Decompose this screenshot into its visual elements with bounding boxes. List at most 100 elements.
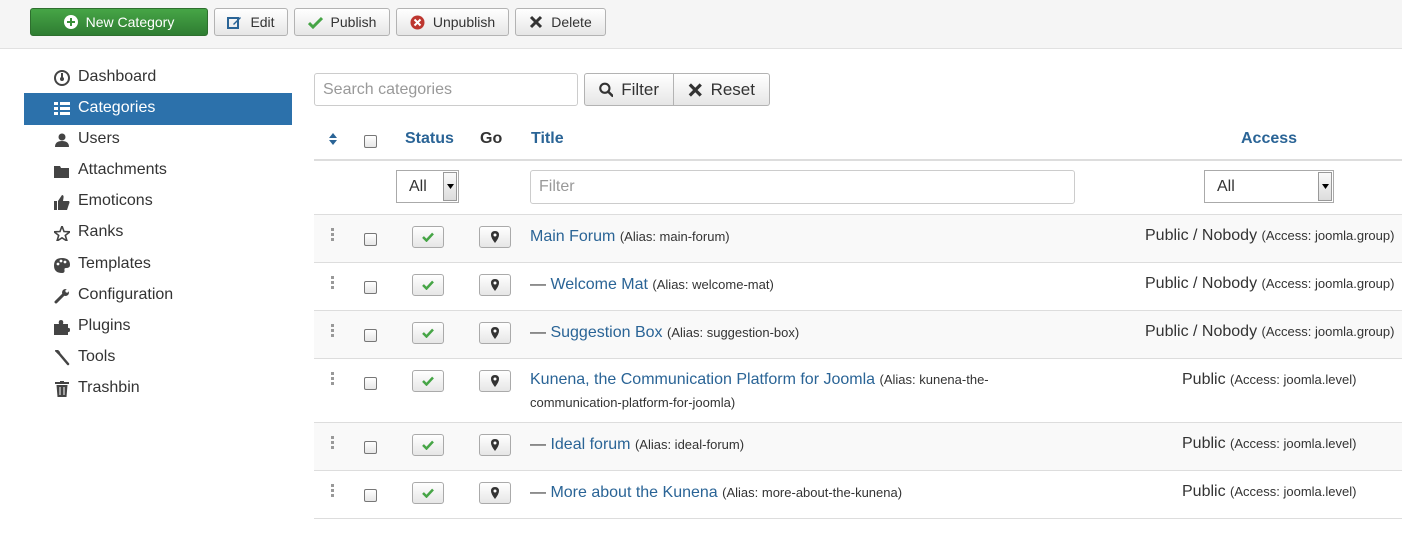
access-level: Public / Nobody: [1145, 275, 1258, 292]
select-all-checkbox[interactable]: [364, 135, 377, 148]
publish-toggle-button[interactable]: [412, 482, 444, 504]
title-cell: — Welcome Mat (Alias: welcome-mat): [530, 273, 1090, 296]
sidebar-item-label: Categories: [78, 99, 156, 116]
status-header[interactable]: Status: [405, 130, 454, 148]
edit-button[interactable]: Edit: [214, 8, 288, 36]
sidebar-item-label: Attachments: [78, 161, 167, 178]
indent-dash: —: [530, 276, 551, 293]
title-cell: — More about the Kunena (Alias: more-abo…: [530, 481, 1090, 504]
table-row: — More about the Kunena (Alias: more-abo…: [314, 471, 1402, 518]
user-icon: [53, 131, 71, 149]
publish-button[interactable]: Publish: [294, 8, 390, 36]
publish-toggle-button[interactable]: [412, 274, 444, 296]
toolbar: New Category Edit Publish Unpublish Dele…: [0, 0, 1402, 49]
sidebar-item-dashboard[interactable]: Dashboard: [24, 62, 292, 94]
search-icon: [599, 82, 614, 98]
title-filter-input[interactable]: [530, 170, 1075, 204]
sidebar-item-attachments[interactable]: Attachments: [24, 155, 292, 187]
sidebar-item-users[interactable]: Users: [24, 124, 292, 156]
unpublish-button[interactable]: Unpublish: [396, 8, 509, 36]
check-icon: [422, 440, 434, 450]
dashboard-icon: [53, 69, 71, 87]
wrench-icon: [53, 287, 71, 305]
title-header[interactable]: Title: [531, 130, 564, 148]
category-title-link[interactable]: Welcome Mat: [550, 276, 648, 293]
tools-icon: [53, 349, 71, 367]
check-icon: [422, 376, 434, 386]
go-button[interactable]: [479, 322, 511, 344]
map-marker-icon: [491, 375, 499, 387]
palette-icon: [53, 256, 71, 274]
title-cell: Kunena, the Communication Platform for J…: [530, 368, 1080, 414]
publish-toggle-button[interactable]: [412, 370, 444, 392]
sidebar-item-plugins[interactable]: Plugins: [24, 311, 292, 343]
access-type: (Access: joomla.level): [1230, 436, 1357, 451]
thumbs-up-icon: [53, 193, 71, 211]
access-filter-select[interactable]: All: [1204, 170, 1334, 203]
go-button[interactable]: [479, 370, 511, 392]
go-button[interactable]: [479, 482, 511, 504]
drag-handle-icon[interactable]: [331, 276, 335, 291]
go-button[interactable]: [479, 226, 511, 248]
category-title-link[interactable]: Suggestion Box: [550, 324, 662, 341]
reset-button[interactable]: Reset: [674, 73, 770, 106]
sidebar-item-label: Trashbin: [78, 379, 140, 396]
category-title-link[interactable]: Ideal forum: [550, 436, 630, 453]
filter-button[interactable]: Filter: [584, 73, 674, 106]
map-marker-icon: [491, 231, 499, 243]
map-marker-icon: [491, 487, 499, 499]
check-icon: [422, 280, 434, 290]
check-icon: [422, 328, 434, 338]
drag-handle-icon[interactable]: [331, 372, 335, 387]
drag-handle-icon[interactable]: [331, 324, 335, 339]
status-filter-select[interactable]: All: [396, 170, 459, 203]
drag-handle-icon[interactable]: [331, 436, 335, 451]
category-title-link[interactable]: More about the Kunena: [550, 484, 717, 501]
sidebar-item-configuration[interactable]: Configuration: [24, 280, 292, 312]
star-icon: [53, 224, 71, 242]
go-button[interactable]: [479, 274, 511, 296]
sidebar-item-templates[interactable]: Templates: [24, 249, 292, 281]
go-header: Go: [480, 130, 503, 147]
edit-icon: [227, 16, 242, 29]
publish-toggle-button[interactable]: [412, 434, 444, 456]
access-cell: Public / Nobody (Access: joomla.group): [1145, 227, 1394, 245]
row-checkbox[interactable]: [364, 329, 377, 342]
category-title-link[interactable]: Kunena, the Communication Platform for J…: [530, 371, 875, 388]
puzzle-icon: [53, 318, 71, 336]
access-level: Public: [1182, 483, 1226, 500]
sidebar-item-ranks[interactable]: Ranks: [24, 217, 292, 249]
sidebar-item-label: Dashboard: [78, 68, 157, 85]
table-row: Main Forum (Alias: main-forum) Public / …: [314, 215, 1402, 262]
sidebar-item-emoticons[interactable]: Emoticons: [24, 186, 292, 218]
row-checkbox[interactable]: [364, 281, 377, 294]
sidebar-item-tools[interactable]: Tools: [24, 342, 292, 374]
sidebar-item-label: Configuration: [78, 286, 174, 303]
access-type: (Access: joomla.group): [1261, 228, 1395, 243]
alias-text: (Alias: suggestion-box): [666, 325, 800, 340]
category-title-link[interactable]: Main Forum: [530, 228, 615, 245]
row-checkbox[interactable]: [364, 441, 377, 454]
drag-handle-icon[interactable]: [331, 228, 335, 243]
title-cell: Main Forum (Alias: main-forum): [530, 225, 1090, 248]
access-cell: Public / Nobody (Access: joomla.group): [1145, 323, 1394, 341]
row-checkbox[interactable]: [364, 377, 377, 390]
access-type: (Access: joomla.group): [1261, 276, 1395, 291]
new-category-button[interactable]: New Category: [30, 8, 208, 36]
sidebar-item-categories[interactable]: Categories: [24, 93, 292, 125]
access-header[interactable]: Access: [1241, 130, 1297, 148]
sidebar-item-trashbin[interactable]: Trashbin: [24, 373, 292, 405]
publish-toggle-button[interactable]: [412, 226, 444, 248]
list-icon: [53, 100, 71, 118]
title-cell: — Suggestion Box (Alias: suggestion-box): [530, 321, 1090, 344]
table-row: Kunena, the Communication Platform for J…: [314, 359, 1402, 422]
folder-icon: [53, 162, 71, 180]
publish-toggle-button[interactable]: [412, 322, 444, 344]
delete-button[interactable]: Delete: [515, 8, 606, 36]
row-checkbox[interactable]: [364, 233, 377, 246]
sort-icon[interactable]: [328, 132, 338, 146]
search-input[interactable]: [314, 73, 578, 106]
go-button[interactable]: [479, 434, 511, 456]
drag-handle-icon[interactable]: [331, 484, 335, 499]
row-checkbox[interactable]: [364, 489, 377, 502]
